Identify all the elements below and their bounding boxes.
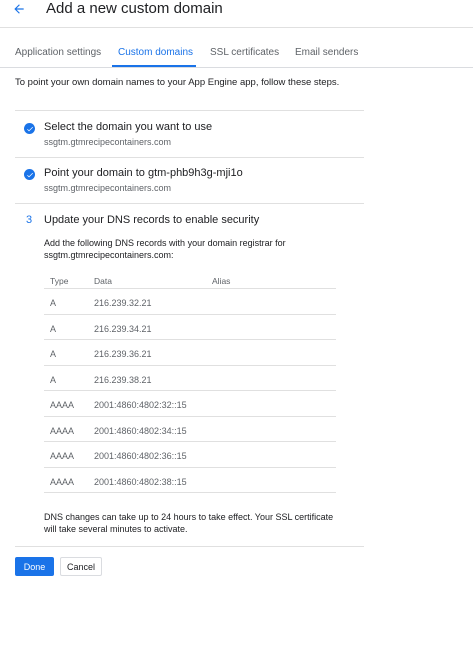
done-button[interactable]: Done [15,557,54,576]
table-row: AAAA 2001:4860:4802:36::15 [44,442,336,468]
check-circle-icon [24,123,35,134]
record-type: AAAA [50,476,75,487]
step-1-subtitle: ssgtm.gtmrecipecontainers.com [44,137,172,147]
back-button[interactable] [10,0,28,18]
table-row: AAAA 2001:4860:4802:34::15 [44,417,336,442]
table-row: A 216.239.38.21 [44,366,336,391]
table-row: A 216.239.34.21 [44,315,336,340]
record-data: 2001:4860:4802:38::15 [94,476,187,487]
page-header: Add a new custom domain [0,0,473,28]
tab-email-senders[interactable]: Email senders [295,45,358,61]
table-row: A 216.239.32.21 [44,289,336,315]
dns-instructions: Add the following DNS records with your … [44,238,286,260]
record-type: A [50,374,57,385]
record-type: A [50,323,57,334]
divider [15,110,364,111]
cancel-button[interactable]: Cancel [60,557,102,576]
record-data: 216.239.38.21 [94,374,152,385]
dns-records-table: Type Data Alias A 216.239.32.21 A 216.23… [44,274,336,493]
check-circle-icon [24,169,35,180]
header-type: Type [50,276,69,286]
table-row: AAAA 2001:4860:4802:32::15 [44,391,336,417]
step-2-subtitle: ssgtm.gtmrecipecontainers.com [44,183,172,193]
table-header: Type Data Alias [44,274,336,289]
record-type: AAAA [50,451,75,461]
tab-bar: Application settings Custom domains SSL … [0,45,473,68]
divider [15,546,364,547]
tab-custom-domains[interactable]: Custom domains [118,45,193,61]
header-data: Data [94,276,112,286]
record-type: A [50,298,57,308]
table-row: AAAA 2001:4860:4802:38::15 [44,468,336,493]
record-type: AAAA [50,400,75,410]
arrow-back-icon [14,4,24,14]
step-3-number: 3 [26,214,33,226]
intro-text: To point your own domain names to your A… [15,77,340,88]
table-row: A 216.239.36.21 [44,340,336,366]
dns-propagation-note: DNS changes can take up to 24 hours to t… [44,512,334,534]
record-type: AAAA [50,425,75,436]
page-title: Add a new custom domain [46,0,223,17]
record-data: 2001:4860:4802:32::15 [94,400,187,410]
tab-ssl-certificates[interactable]: SSL certificates [210,45,279,61]
step-2-title: Point your domain to gtm-phb9h3g-mji1o [44,167,243,179]
tab-application-settings[interactable]: Application settings [15,45,101,61]
divider [15,157,364,158]
header-alias: Alias [212,276,231,286]
step-3-title: Update your DNS records to enable securi… [44,214,260,226]
record-data: 2001:4860:4802:36::15 [94,451,187,461]
record-data: 216.239.32.21 [94,298,152,308]
record-type: A [50,349,57,359]
record-data: 2001:4860:4802:34::15 [94,425,187,436]
record-data: 216.239.36.21 [94,349,152,359]
active-tab-indicator [112,65,196,67]
step-1-title: Select the domain you want to use [44,121,213,133]
divider [15,203,364,204]
record-data: 216.239.34.21 [94,323,152,334]
